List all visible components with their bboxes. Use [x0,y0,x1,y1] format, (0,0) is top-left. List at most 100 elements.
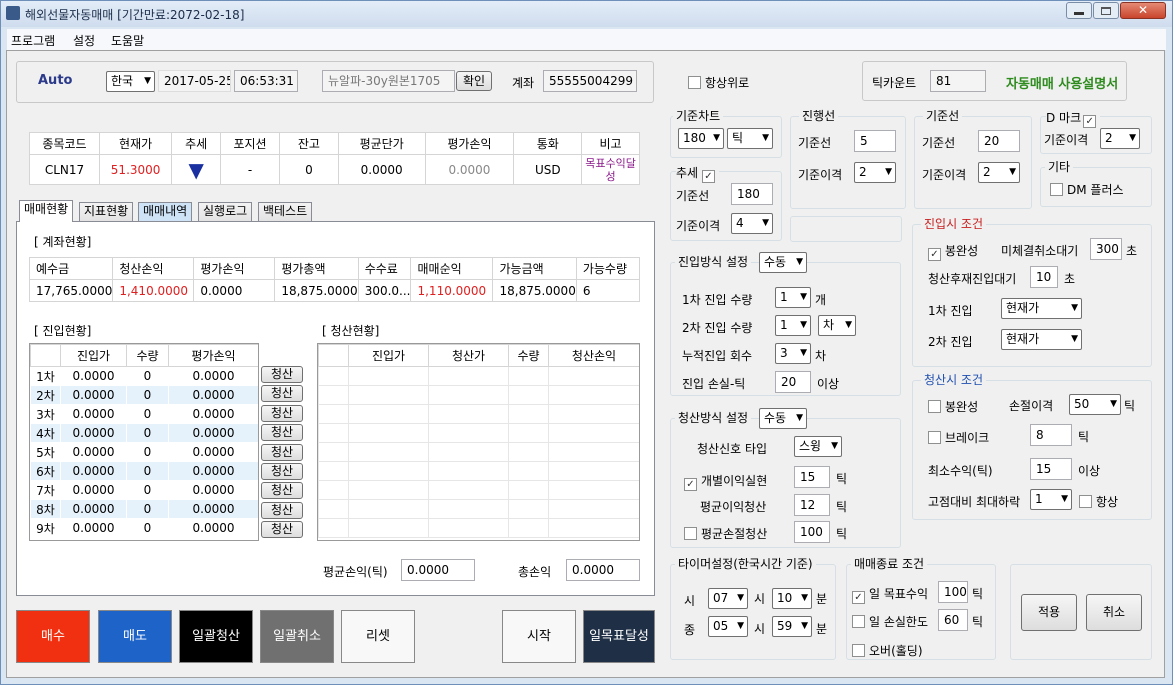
loss-tick-input[interactable]: 20 [775,371,811,393]
menu-settings[interactable]: 설정 [73,32,95,49]
peak-drop-select[interactable]: 1 ▼ [1030,489,1072,510]
second-unit-select[interactable]: 차 ▼ [818,315,856,336]
entry-row: 6차 0.0000 0 0.0000 [30,461,258,481]
first-entry-select[interactable]: 현재가 ▼ [1001,298,1082,319]
close-window-button[interactable]: ✕ [1120,2,1166,19]
chart-period-select[interactable]: 180 ▼ [678,128,724,149]
start-minute-select[interactable]: 10 ▼ [772,588,812,609]
avg-loss-checkbox[interactable]: 평균손절청산 [684,525,767,542]
tab-backtest[interactable]: 백테스트 [258,202,313,221]
close-row-button[interactable]: 청산 [261,482,303,500]
close-all-button[interactable]: 일괄청산 [179,610,253,663]
entry-cell: 0.0000 [60,480,127,500]
chart-unit-select[interactable]: 틱 ▼ [727,128,773,149]
progress-base-label: 기준선 [798,136,832,150]
second-qty-select[interactable]: 1 ▼ [775,315,811,336]
always-checkbox[interactable]: 항상 [1079,493,1118,510]
col-balance: 잔고 [278,132,339,155]
base-gap-select[interactable]: 2 ▼ [978,162,1020,183]
avg-loss-input[interactable]: 100 [794,521,830,543]
d-mark-gap-select[interactable]: 2 ▼ [1100,128,1140,149]
blank-group [790,216,902,242]
entry-col: 평가손익 [168,344,258,367]
base-line-input[interactable]: 20 [978,130,1020,152]
trend-gap-select[interactable]: 4 ▼ [731,213,773,234]
close-row-button[interactable]: 청산 [261,443,303,461]
cum-entry-select[interactable]: 3 ▼ [775,343,811,364]
close-bong-checkbox[interactable]: 봉완성 [928,398,978,415]
daily-loss-input[interactable]: 60 [938,609,968,631]
trend-gap-label: 기준이격 [676,219,721,233]
progress-gap-select[interactable]: 2 ▼ [854,162,896,183]
daily-target-checkbox[interactable]: ✓ 일 목표수익 [852,585,928,604]
close-row-button[interactable]: 청산 [261,366,303,383]
entry-cell: 0.0000 [168,442,258,462]
close-row-button[interactable]: 청산 [261,385,303,403]
close-row-button[interactable]: 청산 [261,404,303,422]
language-select[interactable]: 한국 ▼ [106,71,155,92]
chevron-down-icon: ▼ [762,133,769,143]
menu-help[interactable]: 도움말 [111,32,144,49]
stop-gap-select[interactable]: 50 ▼ [1069,394,1121,415]
close-row-button[interactable]: 청산 [261,463,303,480]
acct-col: 가능금액 [492,257,577,280]
close-row-button[interactable]: 청산 [261,424,303,442]
daily-target-input[interactable]: 100 [938,581,968,603]
brake-input[interactable]: 8 [1030,424,1072,446]
tab-trading-status[interactable]: 매매현황 [19,200,74,222]
tab-indicator-status[interactable]: 지표현황 [79,202,134,221]
trend-checkbox[interactable]: 추세 ✓ [676,164,719,183]
unfilled-input[interactable]: 300 [1090,238,1122,260]
end-hour-select[interactable]: 05 ▼ [708,616,748,637]
minimize-button[interactable] [1066,2,1092,19]
daily-target-button[interactable]: 일목표달성 [583,610,655,663]
first-qty-select[interactable]: 1 ▼ [775,287,811,308]
close-row-button[interactable]: 청산 [261,501,303,519]
dm-plus-checkbox[interactable]: DM 플러스 [1050,181,1124,198]
min-profit-input[interactable]: 15 [1030,458,1072,480]
acct-cell: 18,875.0000 [274,279,359,302]
confirm-button[interactable]: 확인 [456,71,492,91]
close-signal-select[interactable]: 스윙 ▼ [794,436,842,457]
buy-button[interactable]: 매수 [16,610,90,663]
daily-loss-checkbox[interactable]: 일 손실한도 [852,613,928,630]
maximize-button[interactable] [1093,2,1119,19]
acct-col: 예수금 [28,257,114,280]
close-mode-select[interactable]: 수동 ▼ [759,408,807,429]
always-on-top-checkbox[interactable]: 항상위로 [688,74,749,91]
entry-bong-checkbox[interactable]: ✓ 봉완성 [928,242,978,261]
acct-cell: 1,410.0000 [112,279,195,302]
close-row-button[interactable]: 청산 [261,521,303,539]
entry-status-table: 진입가 수량 평가손익 1차 0.0000 0 0.0000 2차 0.0000 0 0.00… [29,343,259,541]
indiv-profit-input[interactable]: 15 [794,466,830,488]
start-button[interactable]: 시작 [502,610,576,663]
trend-base-input[interactable]: 180 [731,183,773,205]
cancel-all-button[interactable]: 일괄취소 [260,610,334,663]
col-eval-pl: 평가손익 [424,132,515,155]
brake-checkbox[interactable]: 브레이크 [928,429,989,446]
second-entry-select[interactable]: 현재가 ▼ [1001,329,1082,350]
overnight-checkbox[interactable]: 오버(홀딩) [852,642,923,659]
reset-button[interactable]: 리셋 [341,610,415,663]
sell-button[interactable]: 매도 [98,610,172,663]
avg-profit-input[interactable]: 12 [794,494,830,516]
start-hour-select[interactable]: 07 ▼ [708,588,748,609]
manual-link[interactable]: 자동매매 사용설명서 [1006,73,1118,92]
entry-mode-select[interactable]: 수동 ▼ [759,252,807,273]
end-minute-select[interactable]: 59 ▼ [772,616,812,637]
entry-cell: 4차 [30,423,61,443]
reentry-input[interactable]: 10 [1030,266,1058,288]
col-code: 종목코드 [29,132,100,155]
tab-trade-history[interactable]: 매매내역 [138,202,193,221]
tab-execution-log[interactable]: 실행로그 [198,202,253,221]
cancel-button[interactable]: 취소 [1086,594,1142,631]
apply-button[interactable]: 적용 [1021,594,1077,631]
close-row [318,518,639,538]
d-mark-checkbox[interactable]: D 마크 ✓ [1046,109,1101,128]
menu-program[interactable]: 프로그램 [11,32,55,49]
entry-cell: 0 [126,442,169,462]
col-avg-price: 평균단가 [337,132,426,155]
acct-cell: 300.0... [357,279,412,302]
indiv-profit-checkbox[interactable]: ✓ 개별이익실현 [684,472,767,491]
progress-base-input[interactable]: 5 [854,130,896,152]
